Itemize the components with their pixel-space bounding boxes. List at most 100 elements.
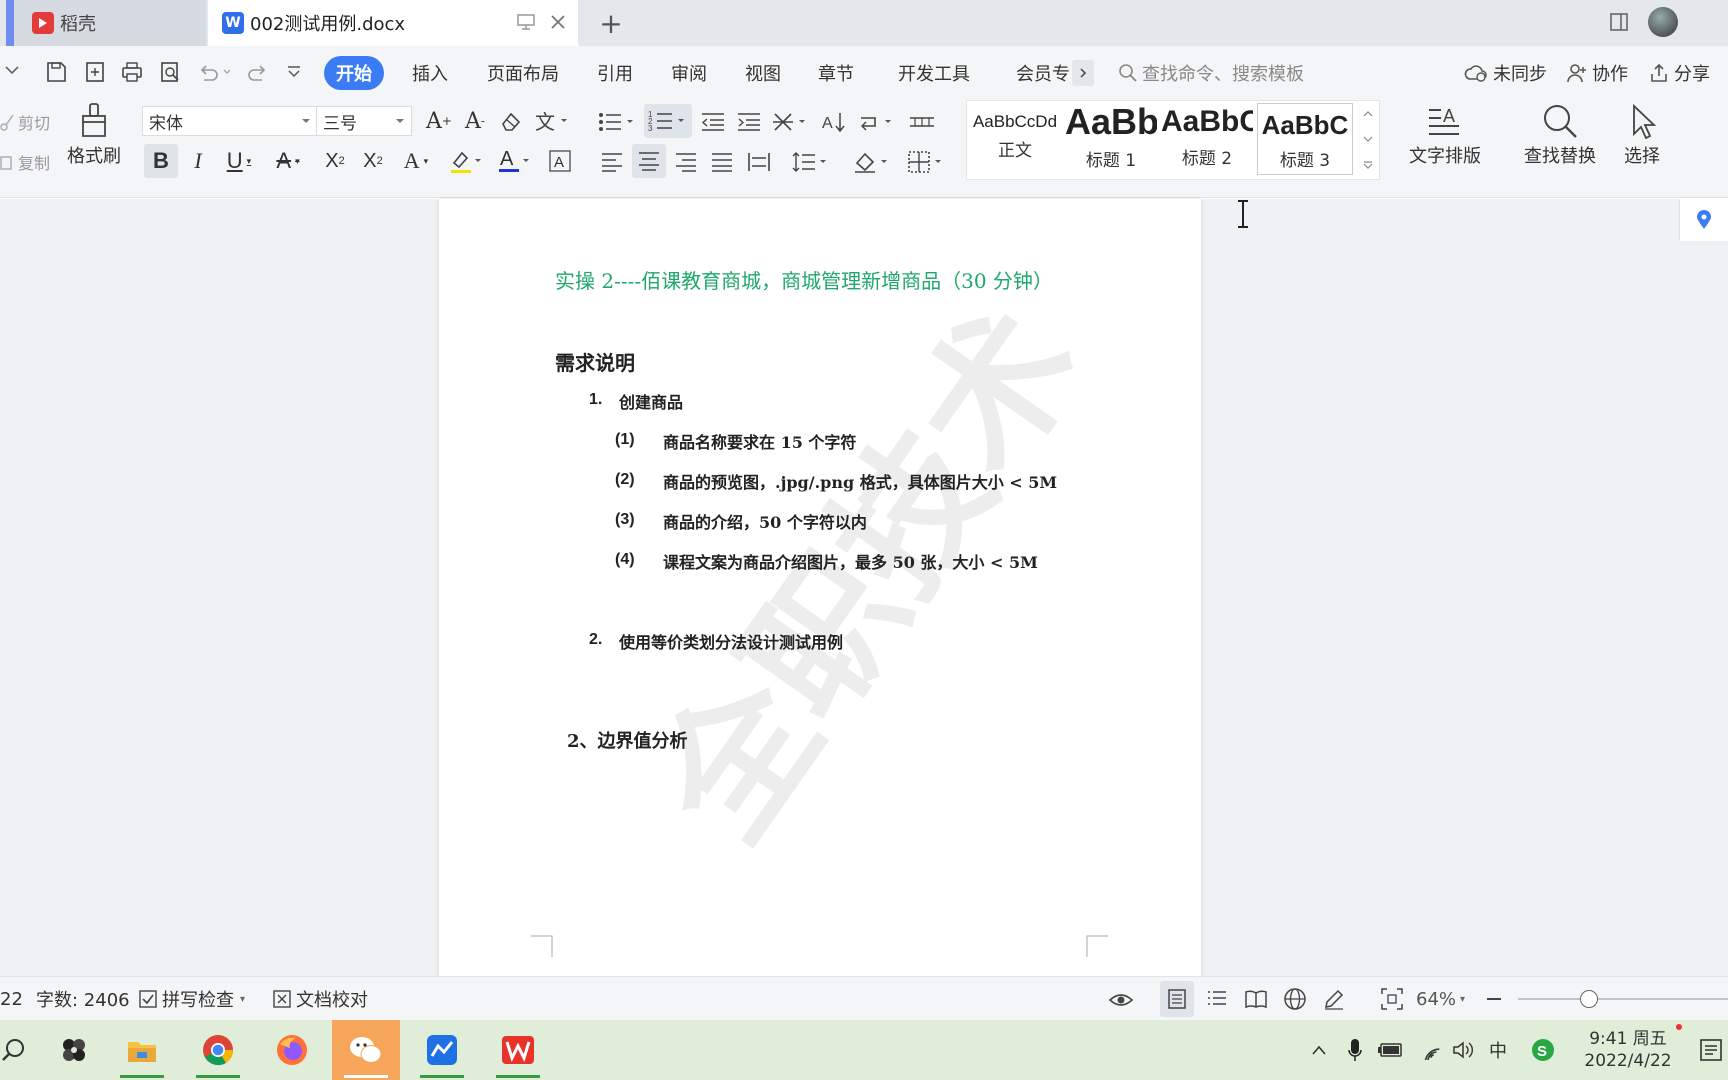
share-button[interactable]: 分享 [1648,56,1710,90]
font-size-select[interactable]: 三号 [316,106,412,136]
save-icon[interactable] [44,60,68,84]
style-heading-1[interactable]: AaBb 标题 1 [1063,101,1159,171]
page-view-icon[interactable] [1160,981,1194,1017]
styles-scroll[interactable] [1357,101,1379,179]
align-left-icon[interactable] [598,148,626,176]
zoom-dropdown-icon[interactable]: ▾ [1460,977,1465,1021]
shrink-font-icon[interactable]: A- [460,108,490,134]
eye-protection-icon[interactable] [1108,977,1134,1021]
line-break-icon[interactable] [856,108,898,136]
wps-icon[interactable] [484,1020,552,1080]
command-search[interactable]: 查找命令、搜索模板 [1118,56,1304,90]
pinyin-guide-icon[interactable]: 文 [532,108,574,134]
fit-page-icon[interactable] [1380,977,1404,1021]
menu-insert[interactable]: 插入 [400,56,460,90]
align-right-icon[interactable] [672,148,700,176]
undo-icon[interactable] [196,60,232,84]
border-icon[interactable] [906,148,948,176]
document-page[interactable]: 全职技术 实操 2----佰课教育商城，商城管理新增商品（30 分钟） 需求说明… [439,199,1201,976]
firefox-icon[interactable] [258,1020,326,1080]
superscript-icon[interactable]: X2 [318,144,352,178]
word-count[interactable]: 字数: 2406 [36,977,130,1021]
decrease-indent-icon[interactable] [698,108,728,136]
menu-references[interactable]: 引用 [585,56,645,90]
bullet-list-icon[interactable] [596,108,638,136]
web-view-icon[interactable] [1283,977,1307,1021]
menu-page-layout[interactable]: 页面布局 [475,56,571,90]
notification-center-icon[interactable] [1696,1020,1726,1080]
screen-icon[interactable] [516,13,536,31]
font-color-icon[interactable]: A [494,144,534,178]
feishu-icon[interactable] [408,1020,476,1080]
grow-font-icon[interactable]: A + [424,108,454,134]
wechat-icon[interactable] [332,1020,400,1080]
reading-view-icon[interactable] [1244,977,1268,1021]
format-painter-button[interactable]: 格式刷 [66,102,122,168]
zoom-out-icon[interactable] [1486,977,1502,1021]
chrome-icon[interactable] [184,1020,252,1080]
collaborate-button[interactable]: 协作 [1566,56,1628,90]
clear-format-icon[interactable] [496,108,526,134]
underline-icon[interactable]: U ▾ [218,144,260,178]
layout-toggle-icon[interactable] [1608,11,1632,33]
close-tab-icon[interactable] [548,12,568,32]
font-name-select[interactable]: 宋体 [142,106,318,136]
highlight-icon[interactable] [446,144,486,178]
menu-member[interactable]: 会员专 [1004,56,1070,90]
text-effect-icon[interactable]: A ▾ [396,144,436,178]
select-button[interactable]: 选择 [1612,102,1672,168]
sync-status-button[interactable]: 未同步 [1464,56,1547,90]
style-heading-3[interactable]: AaBbC 标题 3 [1257,103,1353,175]
tab-document[interactable]: W 002测试用例.docx [208,0,578,46]
write-mode-icon[interactable] [1322,977,1346,1021]
menu-chapter[interactable]: 章节 [806,56,866,90]
microphone-icon[interactable] [1344,1020,1366,1080]
menu-home[interactable]: 开始 [324,56,384,90]
increase-indent-icon[interactable] [734,108,764,136]
proofread-button[interactable]: 文档校对 [272,977,368,1021]
quick-access-more-icon[interactable] [285,60,303,84]
bold-icon[interactable]: B [144,144,178,178]
location-pane-button[interactable] [1679,199,1728,241]
menu-view[interactable]: 视图 [733,56,793,90]
align-center-icon[interactable] [632,144,666,178]
menu-developer[interactable]: 开发工具 [886,56,982,90]
italic-icon[interactable]: I [184,144,212,178]
spell-check-button[interactable]: 拼写检查 ▾ [138,977,245,1021]
zoom-slider-thumb[interactable] [1580,990,1598,1008]
sogou-ime-icon[interactable]: S [1528,1020,1558,1080]
style-heading-2[interactable]: AaBbC 标题 2 [1159,101,1255,171]
volume-icon[interactable] [1450,1020,1478,1080]
new-tab-button[interactable]: + [596,7,626,40]
page-indicator[interactable]: 22 [0,977,23,1021]
copy-button[interactable]: 复制 [0,150,50,174]
line-spacing-icon[interactable] [790,148,832,176]
find-replace-button[interactable]: 查找替换 [1512,102,1608,168]
tab-daoke[interactable]: 稻壳 [6,0,206,46]
shading-icon[interactable] [852,148,894,176]
char-border-icon[interactable]: A [546,144,574,178]
battery-icon[interactable] [1376,1020,1406,1080]
numbered-list-icon[interactable]: 123 [644,104,692,138]
text-layout-button[interactable]: A 文字排版 [1400,102,1490,168]
tray-chevron-up-icon[interactable] [1306,1020,1332,1080]
export-icon[interactable] [83,60,107,84]
user-avatar[interactable] [1648,7,1678,37]
justify-icon[interactable] [708,148,736,176]
sort-icon[interactable]: A [820,108,850,136]
print-preview-icon[interactable] [158,60,182,84]
print-icon[interactable] [120,60,144,84]
menu-scroll-right-icon[interactable] [1072,60,1094,86]
distributed-align-icon[interactable] [744,148,774,176]
ime-indicator[interactable]: 中 [1486,1020,1510,1080]
style-normal[interactable]: AaBbCcDd 正文 [967,101,1063,171]
file-explorer-icon[interactable] [108,1020,176,1080]
zoom-slider[interactable] [1518,977,1728,1021]
pinwheel-app-icon[interactable] [40,1020,108,1080]
redo-icon[interactable] [246,60,270,84]
strikethrough-icon[interactable]: A ▾ [268,144,308,178]
zoom-level[interactable]: 64% [1416,977,1456,1021]
subscript-icon[interactable]: X2 [356,144,390,178]
outline-view-icon[interactable] [1206,977,1228,1021]
clock[interactable]: 9:41 周五 2022/4/22 [1568,1020,1688,1080]
